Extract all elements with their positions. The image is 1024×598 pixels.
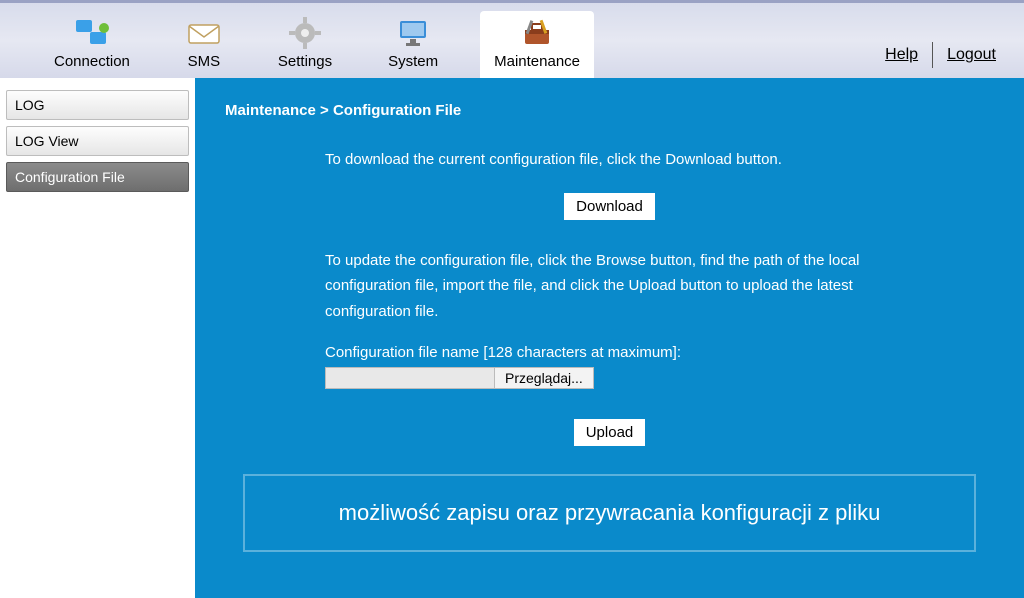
upload-instruction: To update the configuration file, click … xyxy=(325,248,865,325)
nav-tab-sms[interactable]: SMS xyxy=(172,11,236,78)
sidebar-item-label: LOG xyxy=(15,97,45,113)
envelope-icon xyxy=(186,17,222,49)
file-field-label: Configuration file name [128 characters … xyxy=(325,344,994,361)
sidebar-item-log[interactable]: LOG xyxy=(6,90,189,120)
top-nav: Connection SMS xyxy=(0,0,1024,78)
nav-label: System xyxy=(388,53,438,70)
file-name-input[interactable] xyxy=(325,367,495,389)
page-body: LOG LOG View Configuration File Maintena… xyxy=(0,78,1024,598)
nav-label: Settings xyxy=(278,53,332,70)
monitor-icon xyxy=(395,17,431,49)
nav-tab-maintenance[interactable]: Maintenance xyxy=(480,11,594,78)
download-row: Download xyxy=(225,193,994,220)
breadcrumb: Maintenance > Configuration File xyxy=(225,102,994,119)
sidebar: LOG LOG View Configuration File xyxy=(0,78,195,598)
nav-tab-settings[interactable]: Settings xyxy=(264,11,346,78)
nav-label: Connection xyxy=(54,53,130,70)
content-area: Maintenance > Configuration File To down… xyxy=(195,78,1024,598)
divider xyxy=(932,42,933,68)
nav-label: SMS xyxy=(188,53,221,70)
file-chooser: Przeglądaj... xyxy=(325,367,994,389)
browse-button[interactable]: Przeglądaj... xyxy=(495,367,594,389)
connection-icon xyxy=(74,17,110,49)
annotation-box: możliwość zapisu oraz przywracania konfi… xyxy=(243,474,976,552)
sidebar-item-label: LOG View xyxy=(15,133,79,149)
download-button[interactable]: Download xyxy=(564,193,655,220)
upload-button[interactable]: Upload xyxy=(574,419,646,446)
sidebar-item-configuration-file[interactable]: Configuration File xyxy=(6,162,189,192)
logout-link[interactable]: Logout xyxy=(947,46,996,64)
nav-tabs: Connection SMS xyxy=(40,3,594,78)
upload-row: Upload xyxy=(225,419,994,446)
top-links: Help Logout xyxy=(885,42,996,68)
sidebar-item-log-view[interactable]: LOG View xyxy=(6,126,189,156)
nav-label: Maintenance xyxy=(494,53,580,70)
sidebar-item-label: Configuration File xyxy=(15,169,125,185)
nav-tab-connection[interactable]: Connection xyxy=(40,11,144,78)
download-instruction: To download the current configuration fi… xyxy=(325,147,994,173)
toolbox-icon xyxy=(519,17,555,49)
nav-tab-system[interactable]: System xyxy=(374,11,452,78)
gear-icon xyxy=(287,17,323,49)
help-link[interactable]: Help xyxy=(885,46,918,64)
